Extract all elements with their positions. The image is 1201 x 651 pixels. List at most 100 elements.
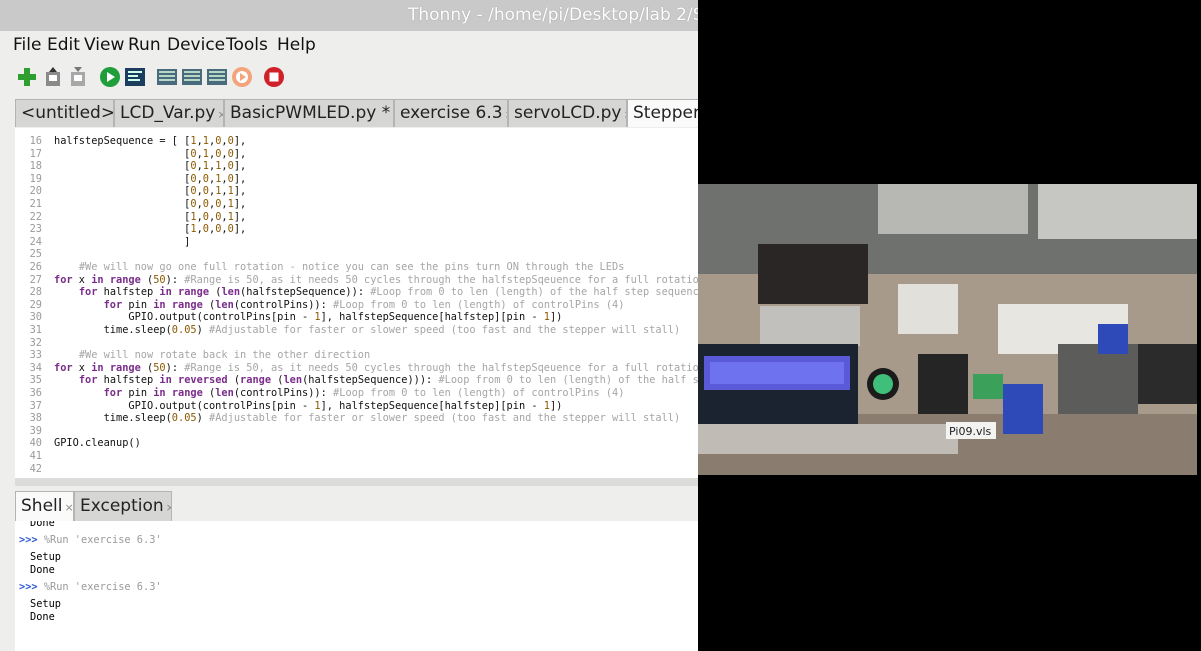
code-text: [0,1,1,0], [54,160,247,173]
line-number: 31 [29,324,42,336]
code-text: [0,0,0,1], [54,198,247,210]
tab-shell[interactable]: Shell × [15,491,74,521]
shell-output-line: Setup [30,598,61,610]
code-text: time.sleep(0.05) #Adjustable for faster … [54,412,681,425]
code-text: [0,0,1,1], [54,185,247,198]
line-number: 42 [29,462,42,475]
close-icon[interactable]: × [64,501,73,514]
line-number: 38 [29,412,42,425]
line-number: 19 [29,172,42,185]
thonny-window: Thonny - /home/pi/Desktop/lab 2/St File … [0,0,698,651]
board-label: Pi09.vls [949,425,992,438]
code-text: #We will now go one full rotation - noti… [78,261,625,273]
tab-basic-pwm-led[interactable]: BasicPWMLED.py *× [224,99,394,127]
line-number: 24 [29,235,42,248]
hardware-photo: Pi09.vls [698,184,1197,475]
shell-output-line: Done [30,521,55,529]
menu-run[interactable]: Run [128,35,161,55]
code-text: #We will now rotate back in the other di… [78,349,371,362]
webcam-video: Pi09.vls [698,184,1197,475]
new-file-icon[interactable] [16,66,38,88]
line-number: 35 [29,374,42,387]
line-number: 29 [29,298,42,311]
step-over-icon[interactable] [156,66,178,88]
line-number: 26 [29,261,42,273]
code-text: for halfstep in range (len(halfstepSeque… [78,286,698,299]
code-text: time.sleep(0.05) #Adjustable for faster … [54,324,681,336]
line-number: 18 [29,160,42,173]
step-into-icon[interactable] [181,66,203,88]
load-file-icon[interactable] [42,66,64,88]
line-number: 34 [29,361,42,374]
tab-lcd-var[interactable]: LCD_Var.py× [114,99,224,127]
stop-icon[interactable] [263,66,285,88]
run-icon[interactable] [99,66,121,88]
menu-help[interactable]: Help [277,35,316,55]
code-text: [0,0,1,0], [54,172,247,185]
shell-command: %Run 'exercise 6.3' [43,534,162,546]
code-editor[interactable]: 16 halfstepSequence = [ [1,1,0,0], 17 [0,1… [15,128,698,478]
code-text: GPIO.output(controlPins[pin - 1], halfst… [54,311,563,324]
menu-device[interactable]: Device [167,35,225,55]
code-text: for pin in range (len(controlPins)): #Lo… [103,387,625,399]
code-text: halfstepSequence = [ [1,1,0,0], [54,135,247,147]
menu-tools[interactable]: Tools [226,35,268,55]
code-text: [1,0,0,0], [54,223,247,236]
line-number: 28 [29,286,42,299]
line-number: 21 [29,198,42,210]
code-text: for pin in range (len(controlPins)): #Lo… [103,298,625,311]
menu-file[interactable]: File [13,35,41,55]
line-number: 32 [29,336,42,349]
shell-command: %Run 'exercise 6.3' [43,581,162,593]
tab-servo-lcd[interactable]: servoLCD.py× [508,99,627,127]
save-file-icon[interactable] [67,66,89,88]
tab-exercise-6-3[interactable]: exercise 6.3× [394,99,508,127]
menu-edit[interactable]: Edit [47,35,80,55]
tab-stepper[interactable]: Stepper_ [627,99,698,127]
code-text: GPIO.output(controlPins[pin - 1], halfst… [54,399,563,412]
editor-tab-bar: <untitled>× LCD_Var.py× BasicPWMLED.py *… [15,99,698,128]
resume-icon[interactable] [231,66,253,88]
line-number: 36 [29,387,42,399]
shell-output-line: Done [30,564,55,576]
step-out-icon[interactable] [206,66,228,88]
line-number: 30 [29,311,42,324]
shell-prompt: >>> [19,534,38,546]
window-title: Thonny - /home/pi/Desktop/lab 2/St [408,5,698,25]
line-number: 16 [29,135,42,147]
close-icon[interactable]: × [217,108,223,121]
code-text: for halfstep in reversed (range (len(hal… [78,374,698,387]
line-number: 23 [29,223,42,236]
code-text: [0,1,0,0], [54,147,247,160]
shell-command-line: >>> %Run 'exercise 6.3' [19,534,162,547]
tab-untitled[interactable]: <untitled>× [15,99,114,127]
line-number: 20 [29,185,42,198]
line-number: 40 [29,437,42,450]
shell-output-line: Done [30,611,55,623]
code-text: for x in range (50): #Range is 50, as it… [54,361,698,374]
line-number: 33 [29,349,42,362]
shell-prompt: >>> [19,581,38,593]
line-number: 22 [29,210,42,223]
pane-splitter[interactable] [15,478,698,486]
line-number: 17 [29,147,42,160]
shell-tab-bar: Shell× Exception× [15,491,698,521]
code-text: GPIO.cleanup() [54,437,141,450]
toolbar [0,64,698,92]
debug-icon[interactable] [124,66,146,88]
code-text: ] [54,235,191,248]
line-number: 39 [29,424,42,437]
code-text: for x in range (50): #Range is 50, as it… [54,273,698,286]
menu-view[interactable]: View [84,35,124,55]
window-titlebar[interactable]: Thonny - /home/pi/Desktop/lab 2/St [0,0,698,31]
line-number: 37 [29,399,42,412]
tab-exception[interactable]: Exception× [74,491,172,521]
shell-console[interactable]: Done >>> %Run 'exercise 6.3' Setup Done >>> … [15,521,698,651]
shell-output-line: Setup [30,551,61,563]
line-number: 25 [29,248,42,261]
line-number: 27 [29,273,42,286]
line-number: 41 [29,450,42,462]
close-icon[interactable]: × [166,501,171,514]
shell-command-line: >>> %Run 'exercise 6.3' [19,581,162,594]
code-text: [1,0,0,1], [54,210,247,223]
